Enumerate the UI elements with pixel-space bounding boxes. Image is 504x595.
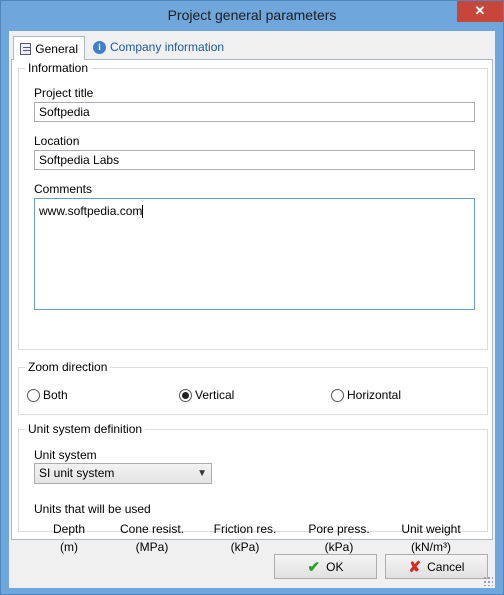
unit-col-pore-press: Pore press. (kPa)	[299, 522, 379, 554]
unit-name: Pore press.	[308, 522, 370, 536]
tab-company-label: Company information	[110, 40, 225, 54]
ok-button[interactable]: ✔ OK	[274, 554, 377, 579]
tab-general[interactable]: General	[13, 36, 85, 60]
information-group: Information Project title Softpedia Loca…	[18, 61, 488, 350]
project-title-label: Project title	[34, 86, 94, 100]
info-icon: i	[93, 40, 106, 54]
unit-value: (MPa)	[135, 540, 169, 554]
cancel-button-label: Cancel	[427, 559, 465, 574]
unit-value: (m)	[60, 540, 78, 554]
cancel-x-icon: ✘	[408, 558, 422, 576]
title-bar[interactable]: Project general parameters ✕	[1, 1, 503, 31]
unit-name: Depth	[52, 522, 86, 536]
unit-value: (kPa)	[324, 540, 354, 554]
form-icon	[20, 42, 32, 55]
unit-value: (kN/m³)	[411, 540, 451, 554]
unit-col-unit-weight: Unit weight (kN/m³)	[391, 522, 471, 554]
location-label: Location	[34, 134, 80, 148]
zoom-vertical-option[interactable]: Vertical	[179, 388, 234, 402]
zoom-horizontal-label: Horizontal	[347, 388, 402, 402]
unit-col-friction-res: Friction res. (kPa)	[205, 522, 285, 554]
zoom-vertical-label: Vertical	[195, 388, 235, 402]
project-title-input[interactable]: Softpedia	[34, 102, 475, 122]
ok-button-label: OK	[326, 559, 344, 574]
unit-col-cone-resist: Cone resist. (MPa)	[112, 522, 192, 554]
zoom-both-option[interactable]: Both	[27, 388, 68, 402]
unit-system-legend: Unit system definition	[25, 422, 146, 436]
information-legend: Information	[25, 61, 92, 75]
tab-general-label: General	[35, 41, 78, 56]
comments-text: www.softpedia.com	[39, 204, 143, 218]
radio-horizontal[interactable]	[331, 388, 344, 402]
unit-value: (kPa)	[230, 540, 260, 554]
comments-textarea[interactable]: www.softpedia.com	[34, 198, 475, 310]
dialog-client-area: General i Company information Informatio…	[9, 31, 495, 588]
unit-system-group: Unit system definition Unit system SI un…	[18, 422, 488, 554]
zoom-horizontal-option[interactable]: Horizontal	[331, 388, 401, 402]
radio-both[interactable]	[27, 388, 40, 402]
zoom-direction-legend: Zoom direction	[25, 360, 111, 374]
unit-name: Unit weight	[401, 522, 461, 536]
unit-system-label: Unit system	[34, 448, 97, 462]
unit-name: Cone resist.	[119, 522, 185, 536]
text-caret	[142, 205, 144, 219]
unit-system-value: SI unit system	[39, 466, 115, 480]
chevron-down-icon: ▼	[197, 468, 207, 479]
comments-label: Comments	[34, 182, 93, 196]
unit-name: Friction res.	[213, 522, 277, 536]
dialog-window: Project general parameters ✕ General i C…	[0, 0, 504, 595]
unit-col-depth: Depth (m)	[29, 522, 109, 554]
general-tab-page: Information Project title Softpedia Loca…	[11, 59, 493, 554]
tab-company-information[interactable]: i Company information	[87, 36, 230, 58]
location-input[interactable]: Softpedia Labs	[34, 150, 475, 170]
zoom-both-label: Both	[43, 388, 68, 402]
units-used-label: Units that will be used	[34, 502, 151, 516]
cancel-button[interactable]: ✘ Cancel	[385, 554, 488, 579]
zoom-direction-group: Zoom direction Both Vertical Horizontal	[18, 360, 488, 415]
close-button[interactable]: ✕	[457, 1, 503, 22]
check-icon: ✔	[307, 558, 321, 576]
radio-vertical[interactable]	[179, 388, 192, 402]
resize-grip[interactable]	[483, 576, 493, 586]
unit-system-select[interactable]: SI unit system ▼	[34, 463, 212, 484]
window-title: Project general parameters	[167, 7, 337, 23]
